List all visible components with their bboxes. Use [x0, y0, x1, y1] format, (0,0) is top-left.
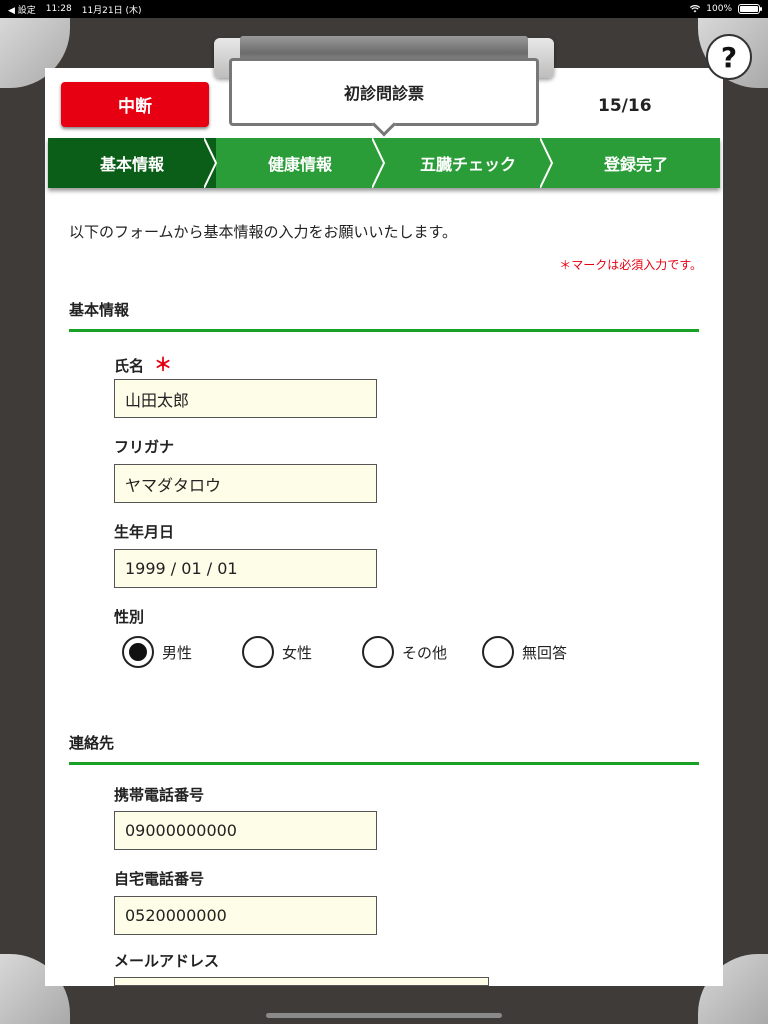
name-label: 氏名 ＊	[114, 351, 172, 377]
radio-empty-icon[interactable]	[362, 636, 394, 668]
radio-label: 男性	[162, 643, 193, 662]
intro-text: 以下のフォームから基本情報の入力をお願いいたします。	[69, 223, 458, 241]
gender-option-other[interactable]: その他	[362, 636, 482, 668]
home-phone-field[interactable]: 0520000000	[114, 896, 377, 935]
gender-option-no-answer[interactable]: 無回答	[482, 636, 602, 668]
required-note: ＊マークは必須入力です。	[559, 258, 702, 272]
help-button[interactable]: ?	[706, 34, 752, 80]
chevron-right-icon	[372, 138, 386, 188]
mobile-phone-field[interactable]: 09000000000	[114, 811, 377, 850]
name-field[interactable]: 山田太郎	[114, 379, 377, 418]
progress-steps: 基本情報 健康情報 五臓チェック 登録完了	[48, 138, 720, 188]
form-title: 初診問診票	[343, 84, 424, 103]
step-label: 登録完了	[603, 155, 668, 174]
required-mark: ＊	[154, 355, 173, 376]
step-label: 五臓チェック	[419, 155, 516, 174]
section-title-basic: 基本情報	[69, 301, 130, 319]
email-label: メールアドレス	[114, 952, 220, 970]
battery-icon	[738, 4, 762, 14]
dob-field[interactable]: 1999 / 01 / 01	[114, 549, 377, 588]
step-registration-complete: 登録完了	[552, 138, 720, 188]
chevron-right-icon	[204, 138, 218, 188]
furigana-field[interactable]: ヤマダタロウ	[114, 464, 377, 503]
radio-empty-icon[interactable]	[482, 636, 514, 668]
furigana-label: フリガナ	[114, 438, 175, 456]
radio-label: 無回答	[522, 643, 568, 662]
page-count: 15/16	[598, 96, 652, 116]
step-five-organ-check: 五臓チェック	[384, 138, 554, 188]
section-divider	[69, 762, 699, 765]
radio-label: その他	[402, 643, 448, 662]
mobile-label: 携帯電話番号	[114, 786, 205, 804]
section-title-contact: 連絡先	[69, 734, 115, 752]
email-field[interactable]	[114, 977, 489, 986]
gender-label: 性別	[114, 608, 145, 626]
home-phone-label: 自宅電話番号	[114, 870, 205, 888]
radio-empty-icon[interactable]	[242, 636, 274, 668]
form-title-card: 初診問診票	[229, 58, 539, 126]
suspend-button[interactable]: 中断	[61, 82, 209, 127]
back-to-settings-link[interactable]: ◀ 設定	[8, 3, 36, 16]
step-label: 基本情報	[99, 155, 164, 174]
step-basic-info: 基本情報	[48, 138, 218, 188]
status-date: 11月21日 (木)	[81, 5, 142, 16]
section-divider	[69, 329, 699, 332]
status-time: 11:28	[45, 4, 72, 14]
chevron-right-icon	[540, 138, 554, 188]
gender-option-female[interactable]: 女性	[242, 636, 362, 668]
wifi-icon	[690, 5, 701, 13]
status-bar: ◀ 設定 11:28 11月21日 (木) 100%	[0, 0, 768, 18]
gender-radio-group: 男性 女性 その他 無回答	[122, 636, 602, 668]
battery-percent: 100%	[706, 4, 732, 14]
dob-label: 生年月日	[114, 523, 175, 541]
home-indicator[interactable]	[266, 1013, 502, 1018]
gender-option-male[interactable]: 男性	[122, 636, 242, 668]
name-label-text: 氏名	[114, 357, 145, 375]
radio-selected-icon[interactable]	[122, 636, 154, 668]
step-health-info: 健康情報	[216, 138, 386, 188]
radio-label: 女性	[282, 643, 313, 662]
step-label: 健康情報	[267, 155, 332, 174]
